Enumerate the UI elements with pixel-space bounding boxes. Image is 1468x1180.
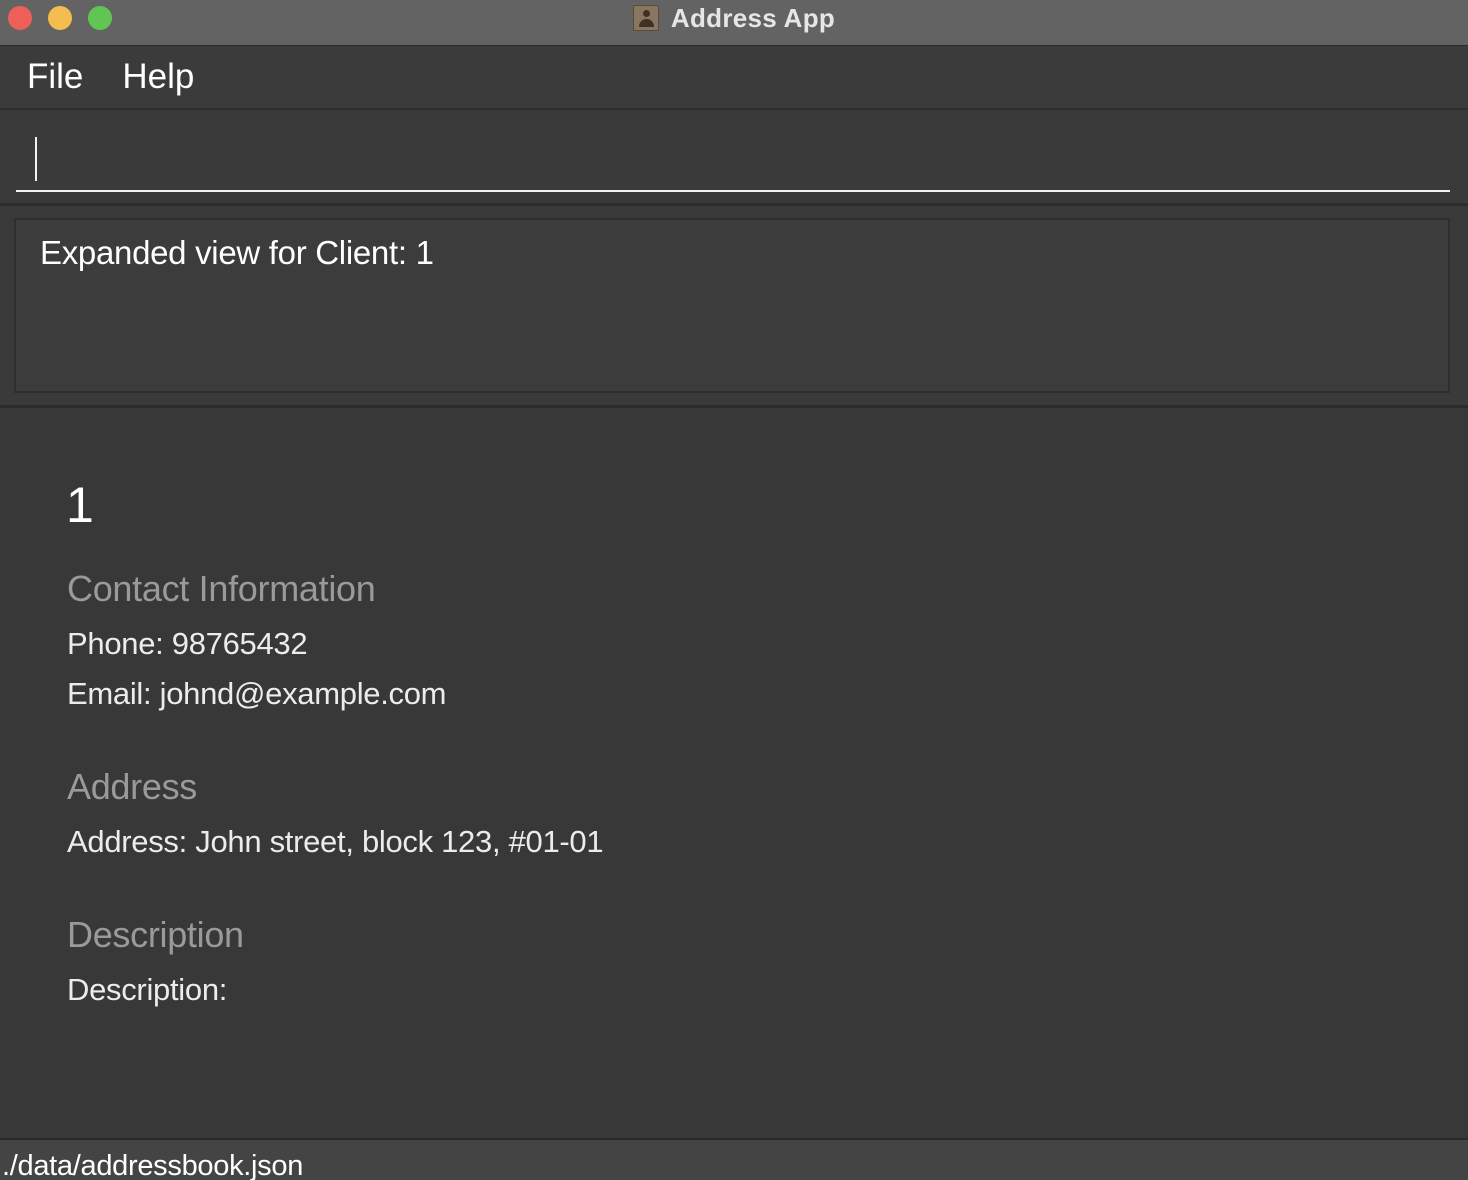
contacts-book-icon [632, 5, 659, 31]
result-display-box[interactable]: Expanded view for Client: 1 [14, 218, 1450, 393]
title-group: Address App [0, 0, 1468, 36]
email-field: Email: johnd@example.com [67, 676, 447, 711]
result-message: Expanded view for Client: 1 [40, 234, 434, 271]
contact-info-heading: Contact Information [67, 568, 376, 609]
client-id: 1 [66, 477, 94, 533]
command-box-panel [0, 110, 1468, 206]
menu-help[interactable]: Help [122, 57, 194, 97]
window-title: Address App [670, 2, 836, 33]
description-heading: Description [67, 914, 244, 955]
client-detail-panel: 1 Contact Information Phone: 98765432 Em… [0, 408, 1468, 1138]
app-window: Address App File Help Expanded view for … [0, 0, 1468, 1180]
menu-file[interactable]: File [27, 57, 83, 97]
address-heading: Address [67, 766, 197, 807]
title-bar[interactable]: Address App [0, 0, 1468, 46]
result-display-panel: Expanded view for Client: 1 [0, 206, 1468, 408]
menu-bar: File Help [0, 46, 1468, 110]
text-caret [35, 137, 37, 181]
description-field: Description: [67, 972, 228, 1007]
phone-field: Phone: 98765432 [67, 626, 308, 661]
save-file-path: ./data/addressbook.json [2, 1150, 304, 1180]
status-bar: ./data/addressbook.json [0, 1138, 1468, 1180]
command-input[interactable] [16, 128, 1450, 192]
address-field: Address: John street, block 123, #01-01 [67, 824, 604, 859]
